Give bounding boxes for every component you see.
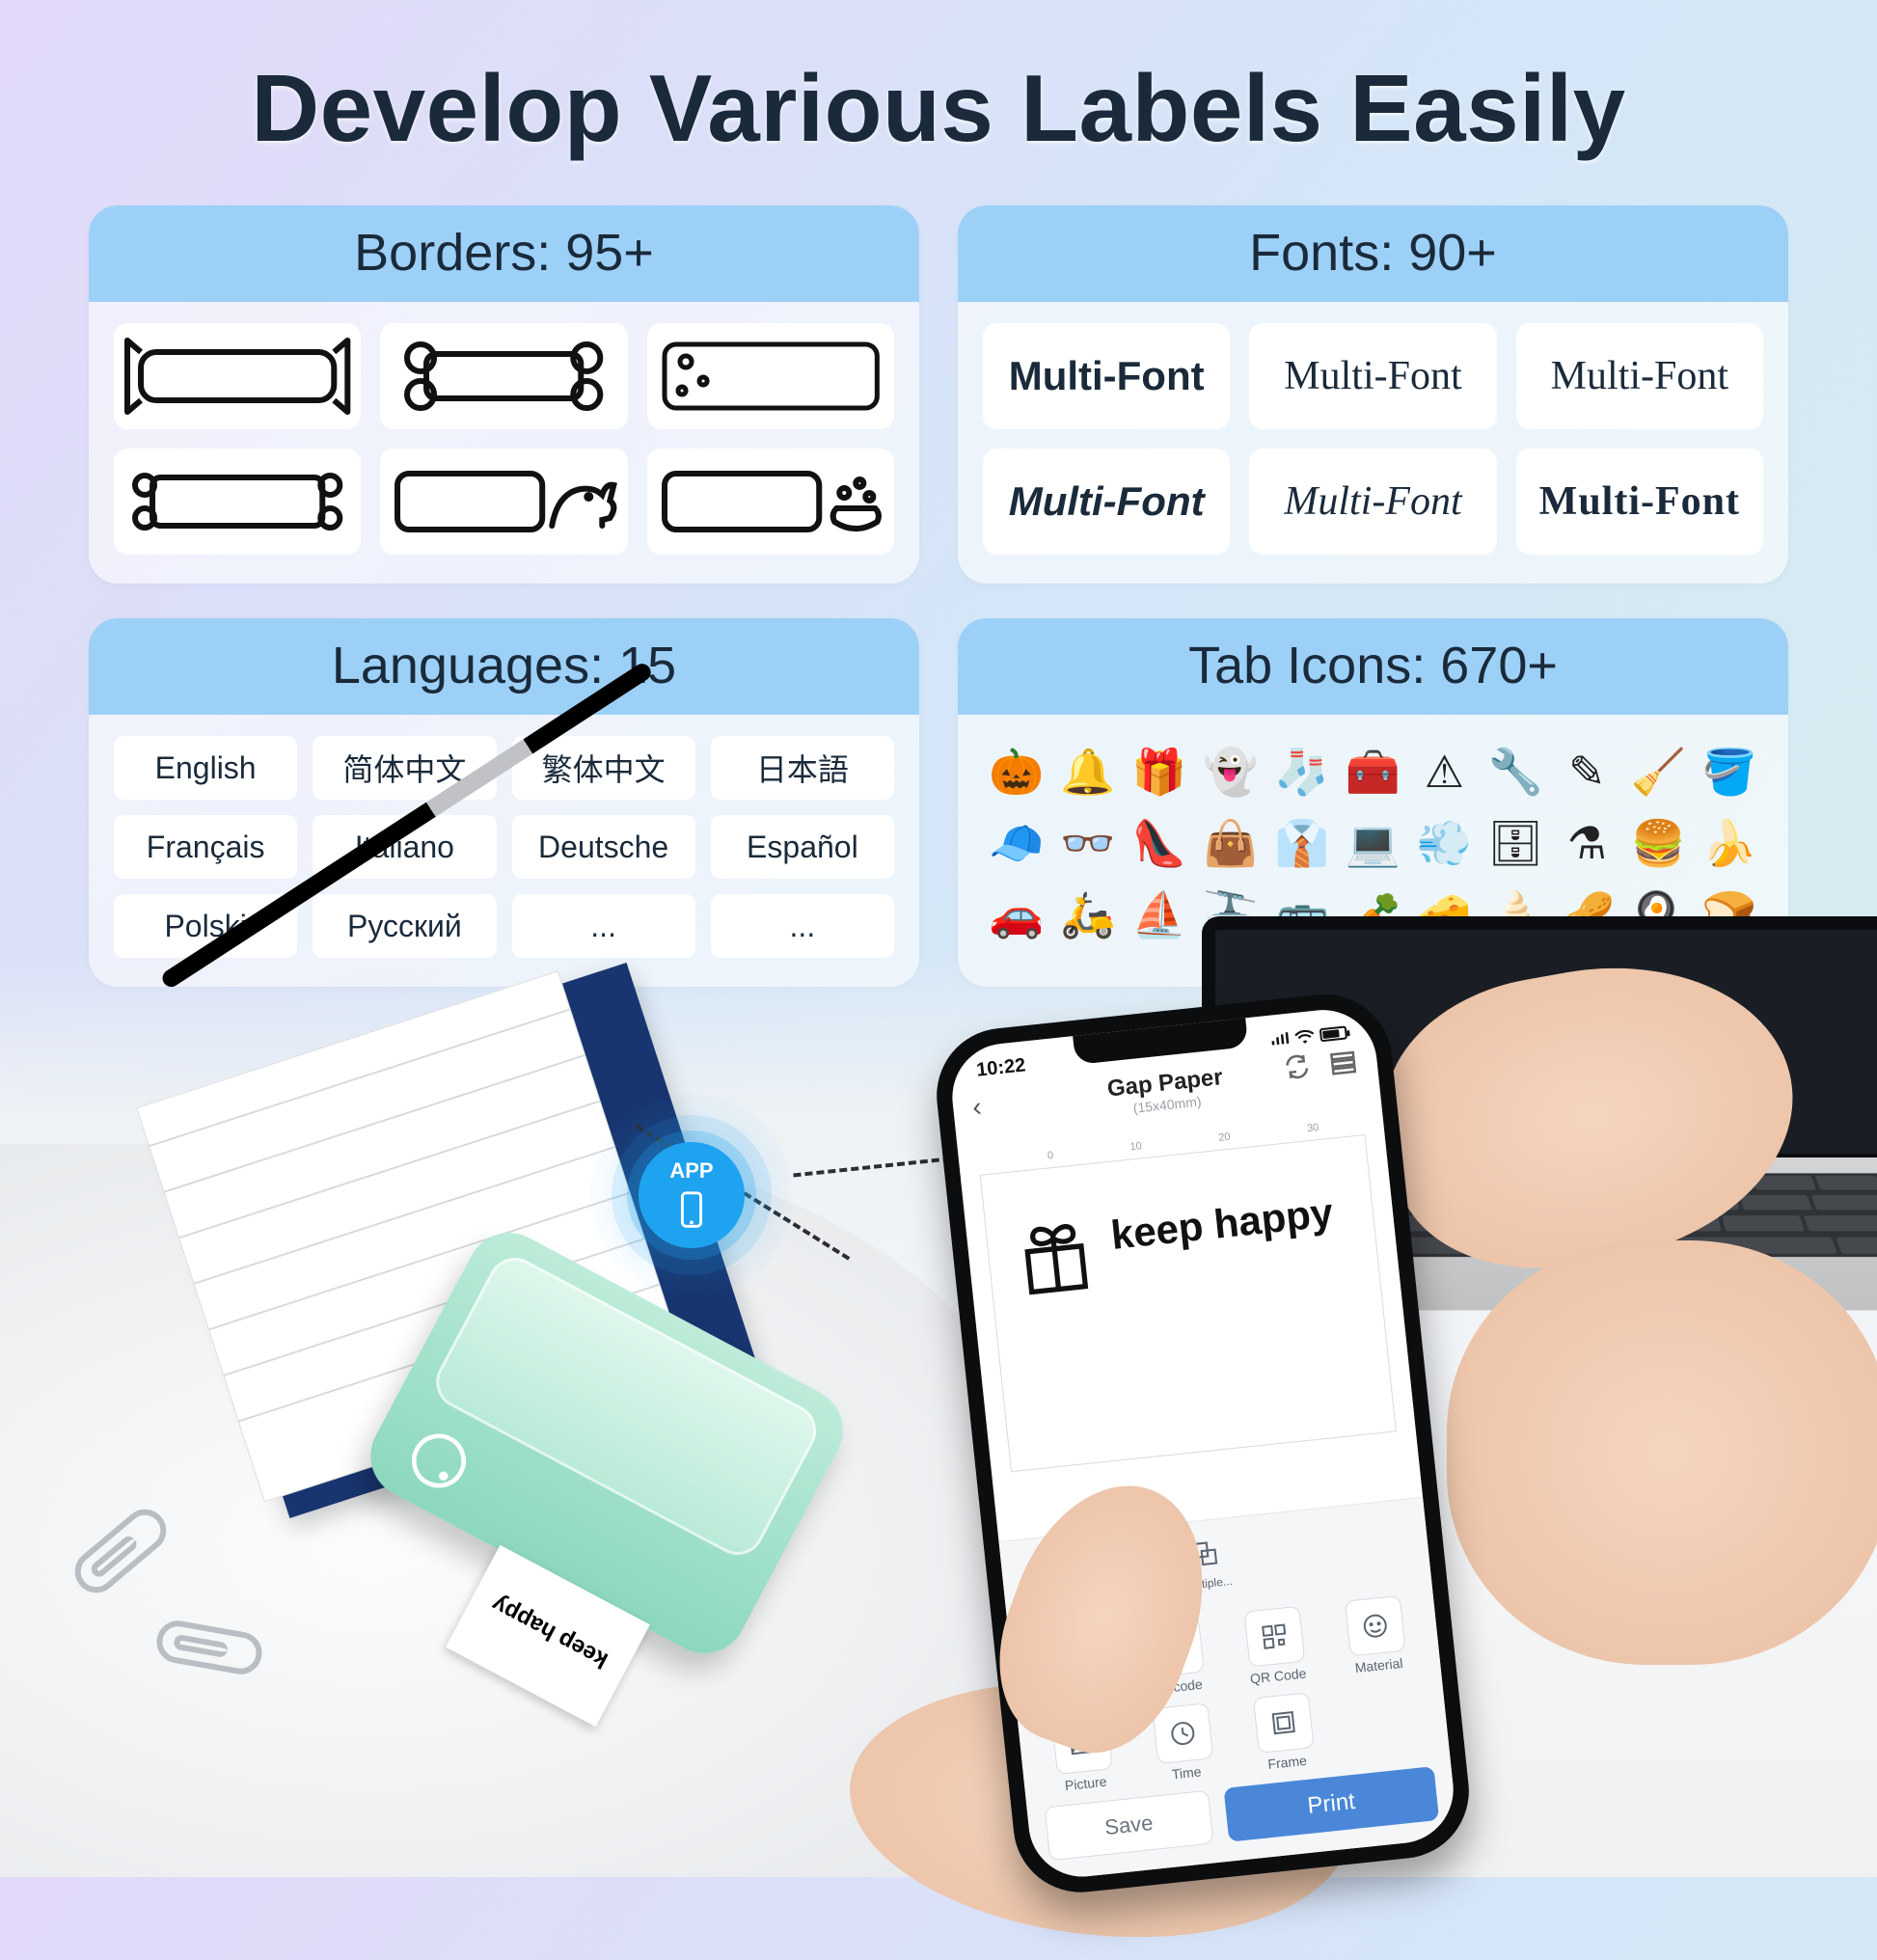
tool-label: Time [1171,1763,1202,1782]
tab-icon: 🎃 [987,742,1047,802]
font-sample: Multi-Font [1249,323,1496,429]
language-item: Français [114,815,297,879]
status-icons [1269,1025,1347,1047]
tab-icon: 🍌 [1700,813,1759,873]
border-sample-bone [380,323,627,429]
tab-icon: 🔧 [1485,742,1545,802]
status-time: 10:22 [975,1054,1026,1081]
tab-icon: 🧹 [1628,742,1688,802]
font-sample: Multi-Font [1249,449,1496,555]
tab-icon: 🍔 [1628,813,1688,873]
tab-icon: 👓 [1058,813,1118,873]
border-sample-bubbles [647,323,894,429]
language-item: ... [711,894,894,958]
font-sample: Multi-Font [1516,449,1763,555]
phone: 10:22 ‹ Gap Paper (15x40mm) [863,980,1549,1906]
ruler-mark: 20 [1218,1131,1231,1144]
wifi-icon [1294,1028,1315,1044]
tab-icon: 🚗 [987,885,1047,944]
menu-icon[interactable] [1327,1046,1359,1077]
language-item: ... [512,894,695,958]
tab-icon: 👔 [1272,813,1332,873]
border-sample-dog [380,449,627,555]
ruler-mark: 10 [1129,1140,1142,1153]
card-fonts: Fonts: 90+ Multi-Font Multi-Font Multi-F… [958,205,1788,584]
tab-icon: 🪣 [1700,742,1759,802]
tab-icon: 🔔 [1058,742,1118,802]
tab-icon: 💻 [1344,813,1403,873]
tab-icon: 🧢 [987,813,1047,873]
tab-icon: 👻 [1201,742,1261,802]
card-borders-title: Borders: 95+ [89,205,919,302]
language-item: 日本語 [711,736,894,800]
canvas-text: keep happy [1108,1189,1335,1259]
ruler-mark: 0 [1047,1150,1053,1162]
tab-icon: 🧦 [1272,742,1332,802]
gift-icon [1011,1214,1100,1303]
tool-label: Material [1354,1655,1403,1675]
tab-icon: 👠 [1129,813,1189,873]
app-badge: APP [590,1094,793,1296]
tab-icon: 🧰 [1344,742,1403,802]
language-item: Español [711,815,894,879]
tab-icon: ✎ [1557,742,1617,802]
signal-icon [1269,1031,1290,1047]
feature-cards: Borders: 95+ [0,163,1877,987]
tab-icon: 🛵 [1058,885,1118,944]
card-languages-title: Languages: 15 [89,618,919,715]
tab-icon: 💨 [1414,813,1474,873]
print-button[interactable]: Print [1223,1766,1439,1842]
product-scene: keep happy APP 10:22 [0,951,1877,1877]
border-sample-candy [114,323,361,429]
language-item: Deutsche [512,815,695,879]
ruler-mark: 30 [1307,1122,1319,1134]
tool-frame[interactable]: Frame [1237,1691,1332,1775]
tool-label: QR Code [1249,1665,1307,1686]
language-item: English [114,736,297,800]
tab-icon: 🎁 [1129,742,1189,802]
save-button[interactable]: Save [1045,1790,1214,1862]
tab-icon: 👜 [1201,813,1261,873]
tool-qrcode[interactable]: QR Code [1228,1604,1323,1688]
font-sample: Multi-Font [1516,323,1763,429]
page-title: Develop Various Labels Easily [0,0,1877,163]
tab-icon: ⚗ [1557,813,1617,873]
card-borders: Borders: 95+ [89,205,919,584]
tool-label: Frame [1267,1753,1308,1772]
font-sample: Multi-Font [983,323,1230,429]
tool-label: Picture [1064,1774,1107,1793]
phone-icon [669,1187,714,1232]
battery-icon [1319,1025,1347,1042]
language-item: Русский [313,894,496,958]
border-sample-scroll [114,449,361,555]
tab-icon: ⚠ [1414,742,1474,802]
app-badge-label: APP [669,1158,713,1184]
tab-icon: 🗄 [1485,813,1545,873]
rotate-icon[interactable] [1281,1050,1313,1082]
font-sample: Multi-Font [983,449,1230,555]
card-languages: Languages: 15 English简体中文繁体中文日本語Français… [89,618,919,987]
ruler-mark: 40 [1395,1112,1407,1125]
card-tabicons-title: Tab Icons: 670+ [958,618,1788,715]
label-canvas[interactable]: keep happy [980,1134,1397,1472]
tool-material[interactable]: Material [1328,1593,1424,1677]
border-sample-bath [647,449,894,555]
card-fonts-title: Fonts: 90+ [958,205,1788,302]
